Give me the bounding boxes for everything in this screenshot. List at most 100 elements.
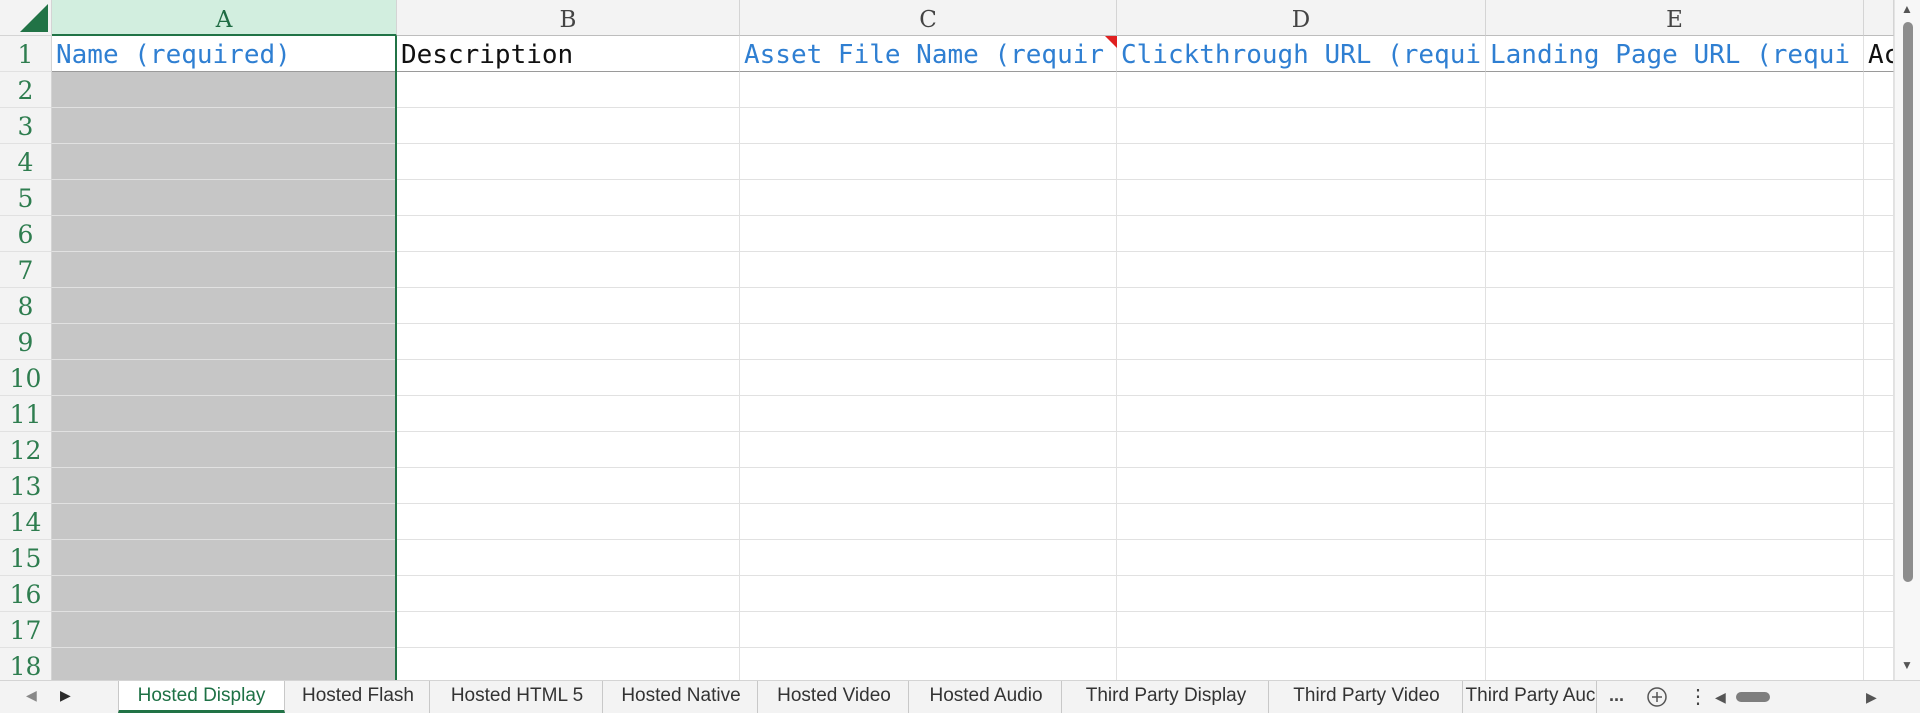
horizontal-scroll-thumb[interactable] — [1736, 692, 1770, 702]
comment-indicator-icon[interactable] — [1105, 36, 1117, 48]
cell[interactable] — [1486, 468, 1864, 504]
column-header-a[interactable]: A — [52, 0, 397, 36]
row-header[interactable]: 18 — [0, 648, 52, 680]
row-header[interactable]: 6 — [0, 216, 52, 252]
cell[interactable] — [1117, 216, 1486, 252]
cell[interactable] — [397, 540, 740, 576]
cell[interactable] — [1486, 540, 1864, 576]
cell[interactable] — [397, 180, 740, 216]
column-header-b[interactable]: B — [397, 0, 740, 36]
cell[interactable] — [1486, 72, 1864, 108]
cell[interactable] — [1864, 180, 1894, 216]
sheet-tab-hosted-display[interactable]: Hosted Display — [118, 681, 285, 713]
header-cell[interactable]: Ac — [1864, 36, 1894, 72]
header-cell[interactable]: Landing Page URL (requi — [1486, 36, 1864, 72]
cell[interactable] — [1864, 540, 1894, 576]
next-sheet-icon[interactable]: ▶ — [60, 687, 71, 704]
cell[interactable] — [397, 648, 740, 680]
row-header[interactable]: 11 — [0, 396, 52, 432]
row-header[interactable]: 17 — [0, 612, 52, 648]
cell[interactable] — [1864, 216, 1894, 252]
cell[interactable] — [1864, 504, 1894, 540]
cell[interactable] — [1117, 432, 1486, 468]
header-cell[interactable]: Clickthrough URL (requi — [1117, 36, 1486, 72]
cell[interactable] — [740, 108, 1117, 144]
cell[interactable] — [1117, 144, 1486, 180]
cell[interactable] — [1864, 288, 1894, 324]
cell[interactable] — [1117, 72, 1486, 108]
hscroll-left-icon[interactable]: ◀ — [1715, 689, 1726, 706]
cell[interactable] — [740, 144, 1117, 180]
cell[interactable] — [1117, 648, 1486, 680]
cell[interactable] — [740, 396, 1117, 432]
cell[interactable] — [1486, 360, 1864, 396]
cell[interactable] — [1864, 432, 1894, 468]
sheet-tab-hosted-video[interactable]: Hosted Video — [760, 681, 909, 713]
cell[interactable] — [397, 504, 740, 540]
cell[interactable] — [1486, 324, 1864, 360]
cell[interactable] — [740, 252, 1117, 288]
row-header[interactable]: 5 — [0, 180, 52, 216]
cell[interactable] — [1864, 324, 1894, 360]
sheet-tab-third-party-display[interactable]: Third Party Display — [1064, 681, 1269, 713]
header-cell[interactable]: Description — [397, 36, 740, 72]
cell[interactable] — [1117, 360, 1486, 396]
cell[interactable] — [397, 324, 740, 360]
cell[interactable] — [1486, 396, 1864, 432]
scroll-down-icon[interactable]: ▼ — [1901, 658, 1913, 672]
cell[interactable] — [397, 216, 740, 252]
row-header[interactable]: 9 — [0, 324, 52, 360]
row-header[interactable]: 3 — [0, 108, 52, 144]
cell[interactable] — [1864, 396, 1894, 432]
row-header[interactable]: 12 — [0, 432, 52, 468]
cell[interactable] — [1864, 108, 1894, 144]
cell[interactable] — [397, 288, 740, 324]
cell[interactable] — [1486, 180, 1864, 216]
cell[interactable] — [397, 72, 740, 108]
cell[interactable] — [397, 144, 740, 180]
cell[interactable] — [1486, 648, 1864, 680]
cell[interactable] — [1864, 468, 1894, 504]
cell[interactable] — [1486, 216, 1864, 252]
cell[interactable] — [1117, 288, 1486, 324]
cell[interactable] — [1486, 612, 1864, 648]
hscroll-right-icon[interactable]: ▶ — [1866, 689, 1877, 706]
column-header-partial[interactable] — [1864, 0, 1894, 36]
cell[interactable] — [397, 360, 740, 396]
cell[interactable] — [1486, 108, 1864, 144]
cell[interactable] — [1117, 576, 1486, 612]
cell[interactable] — [1117, 108, 1486, 144]
cell[interactable] — [1117, 324, 1486, 360]
cell[interactable] — [740, 72, 1117, 108]
cell[interactable] — [1117, 540, 1486, 576]
sheet-tab-third-party-auc[interactable]: Third Party Auc — [1465, 681, 1597, 713]
cell[interactable] — [1117, 180, 1486, 216]
cell[interactable] — [1486, 144, 1864, 180]
cell[interactable] — [397, 252, 740, 288]
cell[interactable] — [740, 576, 1117, 612]
cell[interactable] — [397, 432, 740, 468]
cell[interactable] — [397, 396, 740, 432]
cell[interactable] — [1864, 360, 1894, 396]
cell[interactable] — [1864, 648, 1894, 680]
cell[interactable] — [740, 180, 1117, 216]
cell[interactable] — [1486, 504, 1864, 540]
sheet-tab-hosted-audio[interactable]: Hosted Audio — [911, 681, 1062, 713]
row-header[interactable]: 14 — [0, 504, 52, 540]
cell[interactable] — [397, 468, 740, 504]
row-header[interactable]: 1 — [0, 36, 52, 72]
row-header[interactable]: 16 — [0, 576, 52, 612]
cell[interactable] — [740, 612, 1117, 648]
scroll-up-icon[interactable]: ▲ — [1901, 2, 1913, 16]
cell[interactable] — [740, 432, 1117, 468]
select-all-corner[interactable] — [0, 0, 52, 36]
cell[interactable] — [1117, 468, 1486, 504]
cell[interactable] — [397, 108, 740, 144]
cell[interactable] — [1117, 504, 1486, 540]
sheet-tab-hosted-html-5[interactable]: Hosted HTML 5 — [432, 681, 603, 713]
row-header[interactable]: 8 — [0, 288, 52, 324]
cell[interactable] — [1486, 432, 1864, 468]
sheet-tab-hosted-native[interactable]: Hosted Native — [605, 681, 758, 713]
cell[interactable] — [1864, 72, 1894, 108]
row-header[interactable]: 10 — [0, 360, 52, 396]
